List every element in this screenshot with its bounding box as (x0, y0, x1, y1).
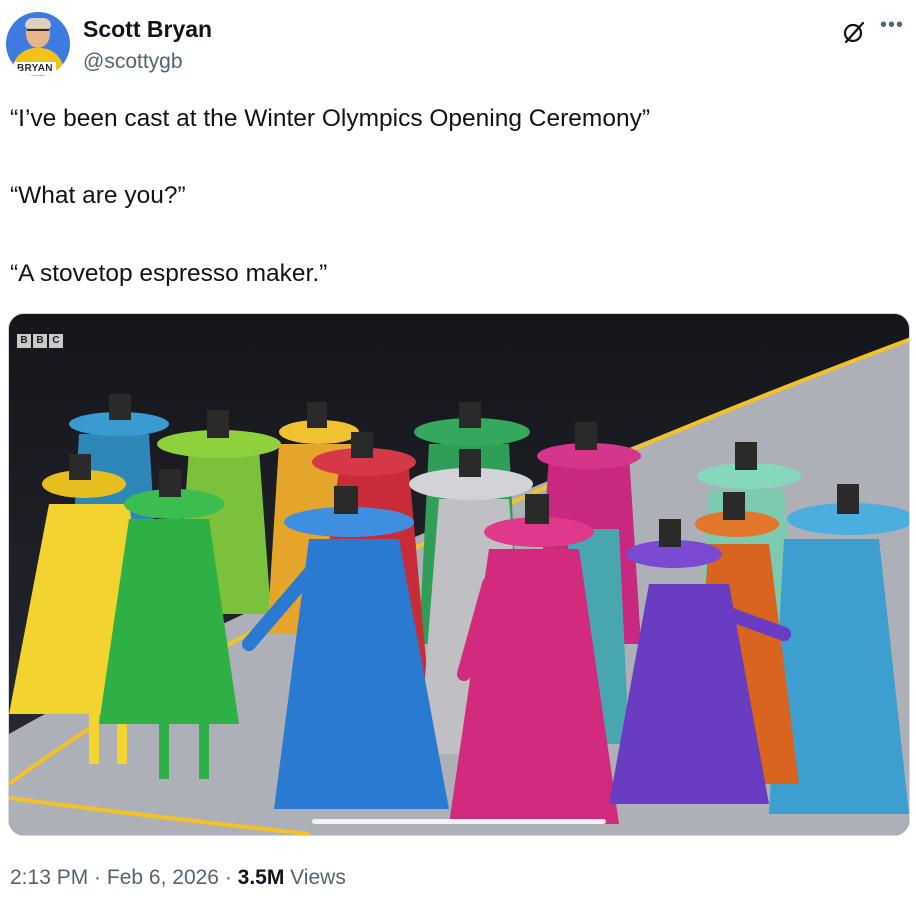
separator: · (218, 866, 238, 889)
watermark-letter: B (17, 334, 31, 348)
tweet-time[interactable]: 2:13 PM (10, 866, 88, 889)
separator: · (88, 866, 107, 889)
bbc-watermark: B B C (17, 334, 63, 348)
tweet-meta: 2:13 PM · Feb 6, 2026 · 3.5M Views (10, 866, 346, 890)
views-count: 3.5M (237, 866, 285, 889)
video-scrubber[interactable] (312, 819, 606, 824)
more-icon[interactable]: ••• (880, 14, 904, 37)
media-image (9, 314, 909, 835)
tweet-line-1: “I’ve been cast at the Winter Olympics O… (10, 105, 650, 132)
avatar-hair (25, 18, 51, 28)
tweet-date[interactable]: Feb 6, 2026 (107, 866, 219, 889)
author-handle[interactable]: @scottygb (83, 50, 183, 74)
grok-icon[interactable] (842, 20, 866, 44)
tweet-line-2: “What are you?” (10, 182, 186, 210)
avatar-badge: BRYAN (14, 62, 56, 75)
views-label: Views (284, 866, 346, 889)
watermark-letter: C (49, 334, 63, 348)
avatar-glasses (27, 29, 49, 34)
tweet-text: “I’ve been cast at the Winter Olympics O… (10, 100, 900, 293)
author-name[interactable]: Scott Bryan (83, 16, 212, 43)
tweet-line-3: “A stovetop espresso maker.” (10, 259, 328, 287)
avatar[interactable]: BRYAN (6, 12, 70, 76)
tweet-media[interactable]: B B C (8, 313, 910, 836)
watermark-letter: B (33, 334, 47, 348)
